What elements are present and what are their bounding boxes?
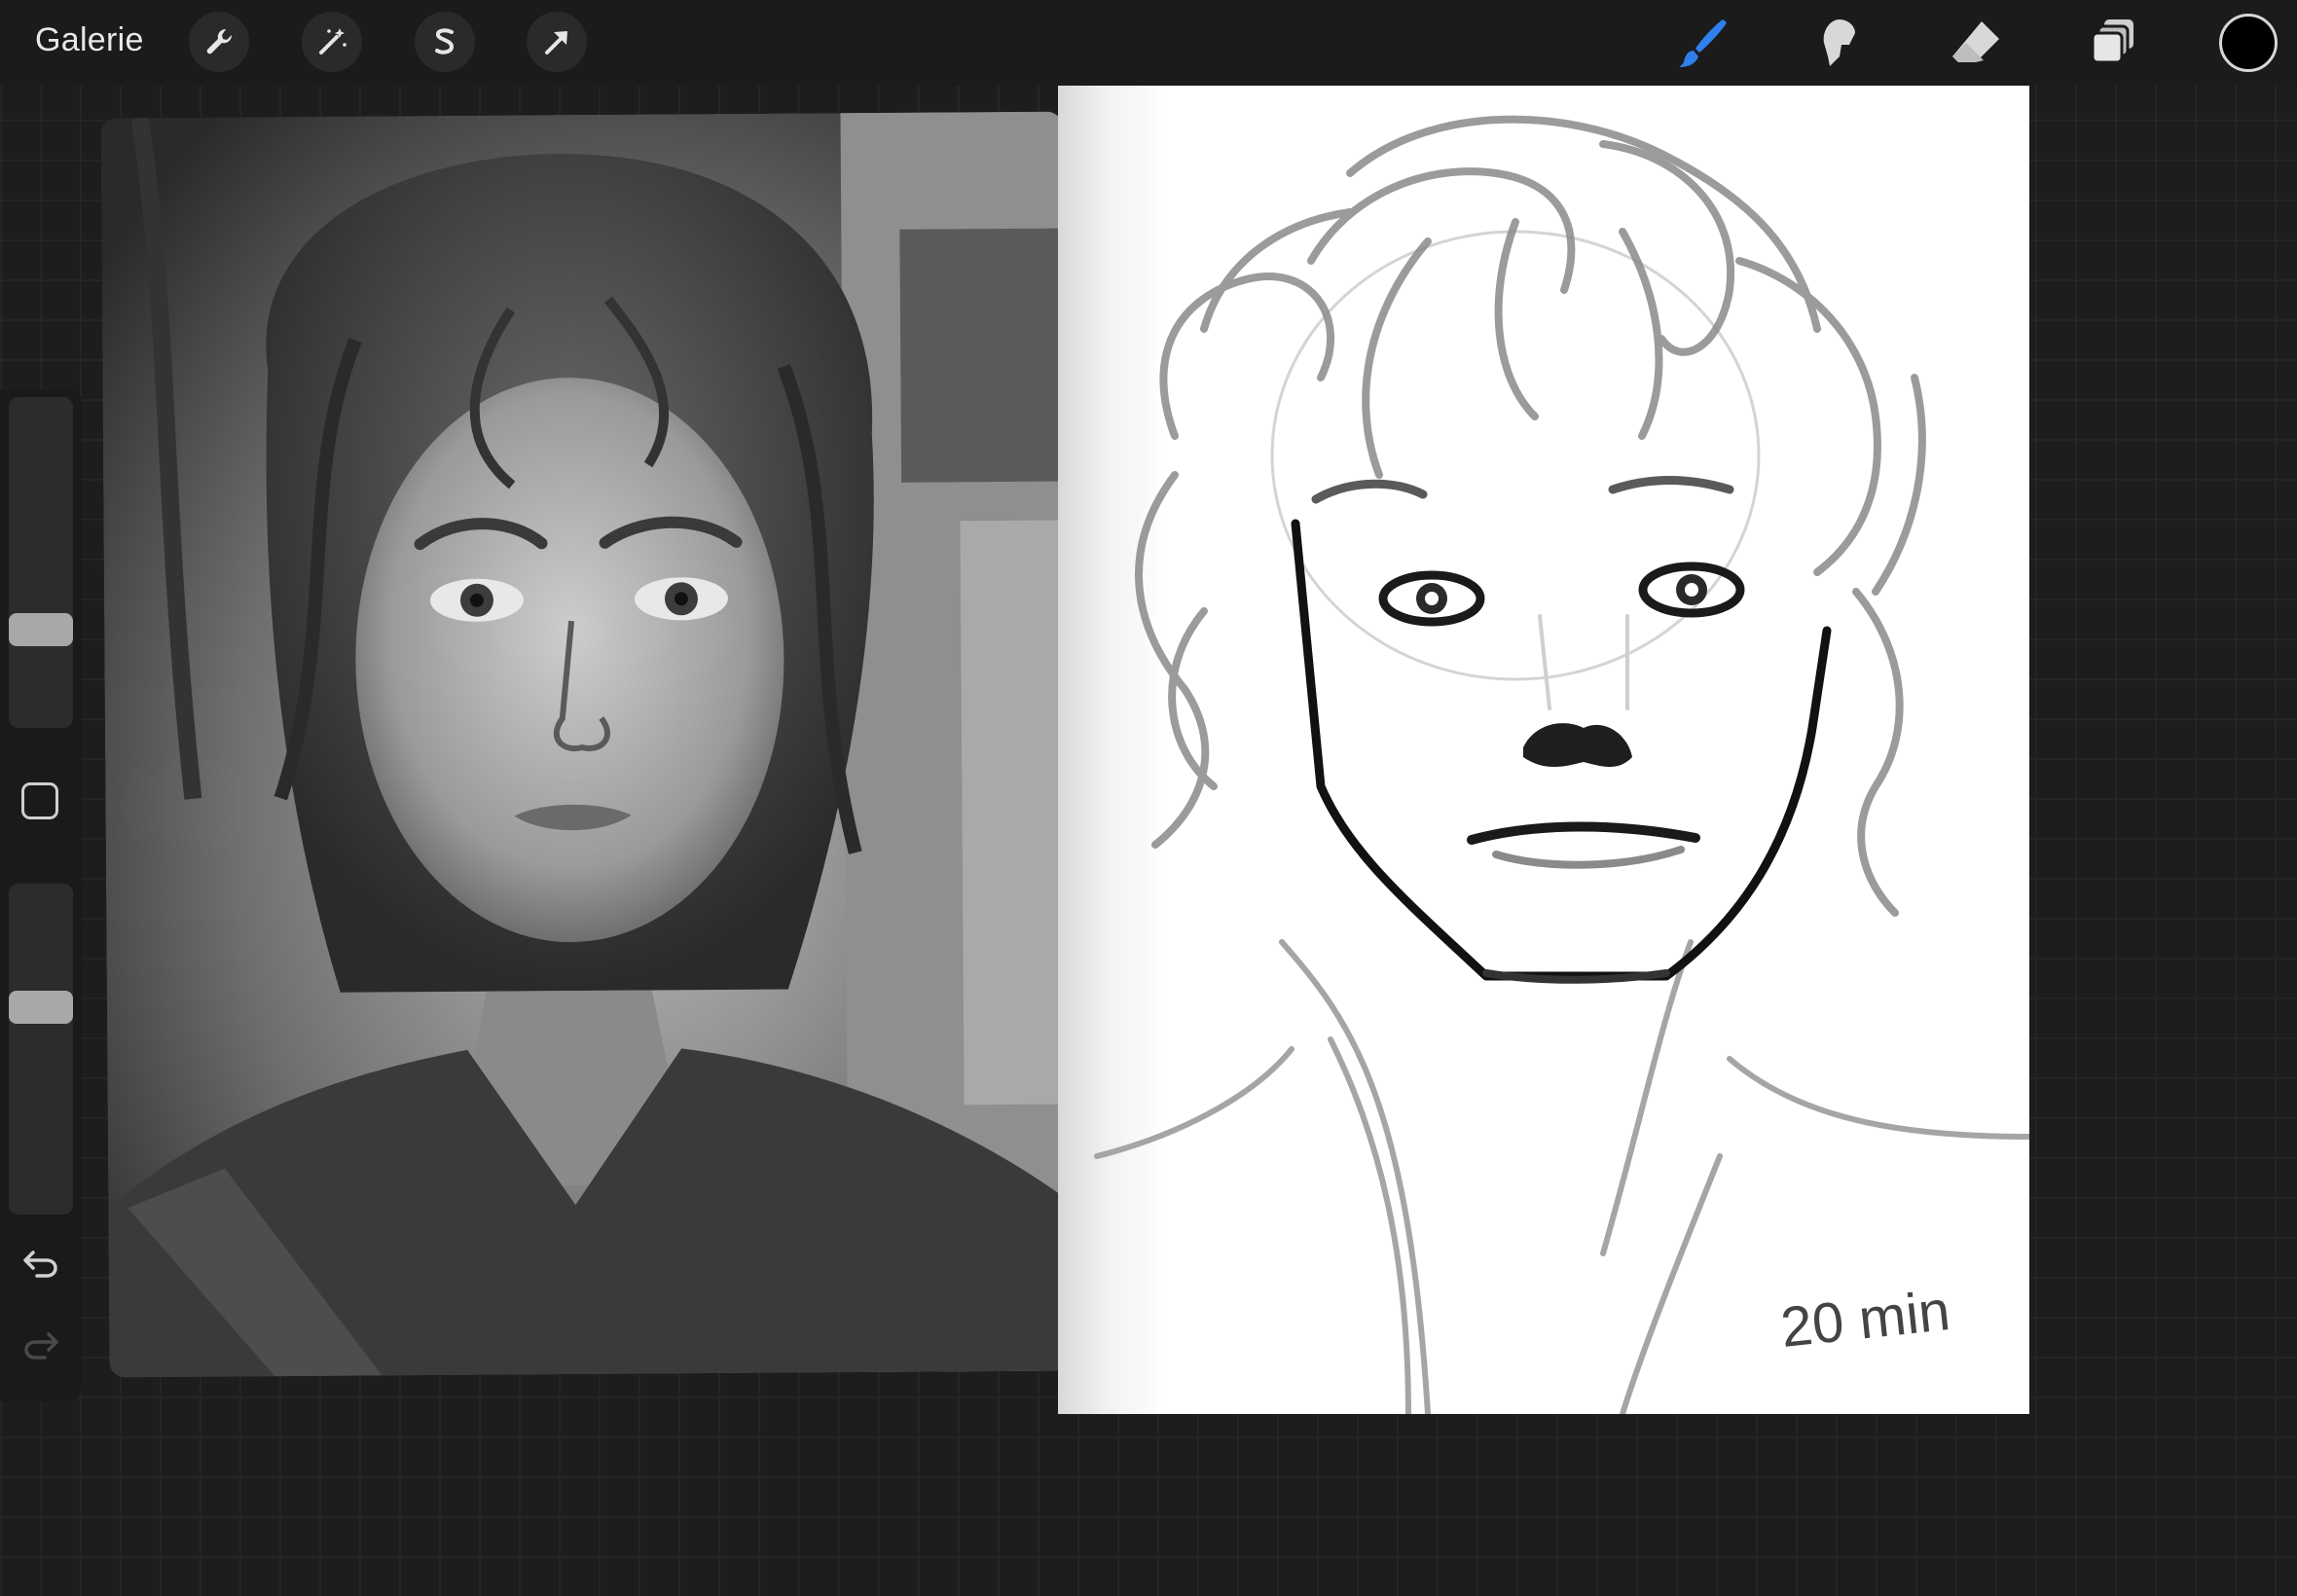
drawing-canvas[interactable]: 20 min	[1058, 86, 2029, 1414]
brush-icon	[1674, 14, 1732, 72]
layers-icon	[2085, 14, 2143, 72]
sketch-eyes	[1378, 562, 1745, 627]
gallery-button[interactable]: Galerie	[35, 21, 144, 59]
layers-button[interactable]	[2085, 14, 2143, 72]
magic-wand-icon	[315, 25, 348, 58]
eraser-icon	[1947, 14, 2005, 72]
brush-size-slider[interactable]	[9, 397, 73, 728]
sketch-drawing: 20 min	[1094, 115, 2029, 1414]
wrench-icon	[202, 25, 236, 58]
opacity-slider-thumb[interactable]	[9, 991, 73, 1024]
selection-button[interactable]	[415, 12, 475, 72]
smudge-tool-button[interactable]	[1810, 14, 1869, 72]
eraser-tool-button[interactable]	[1947, 14, 2005, 72]
redo-icon	[21, 1328, 60, 1361]
transform-arrow-icon	[540, 25, 573, 58]
smudge-icon	[1810, 14, 1869, 72]
left-sidebar	[0, 389, 82, 1401]
brush-tool-button[interactable]	[1674, 14, 1732, 72]
reference-photo	[100, 111, 1072, 1378]
color-picker-button[interactable]	[2219, 14, 2278, 72]
sketch-signature: 20 min	[1778, 1279, 1953, 1360]
reference-window[interactable]	[100, 111, 1072, 1378]
adjustments-button[interactable]	[302, 12, 362, 72]
redo-button[interactable]	[19, 1325, 62, 1364]
selection-s-icon	[428, 25, 461, 58]
modify-button[interactable]	[21, 782, 58, 819]
undo-icon	[21, 1247, 60, 1280]
transform-button[interactable]	[527, 12, 587, 72]
top-toolbar: Galerie	[0, 0, 2297, 86]
brush-size-slider-thumb[interactable]	[9, 613, 73, 646]
undo-button[interactable]	[19, 1244, 62, 1283]
actions-button[interactable]	[189, 12, 249, 72]
opacity-slider[interactable]	[9, 884, 73, 1215]
